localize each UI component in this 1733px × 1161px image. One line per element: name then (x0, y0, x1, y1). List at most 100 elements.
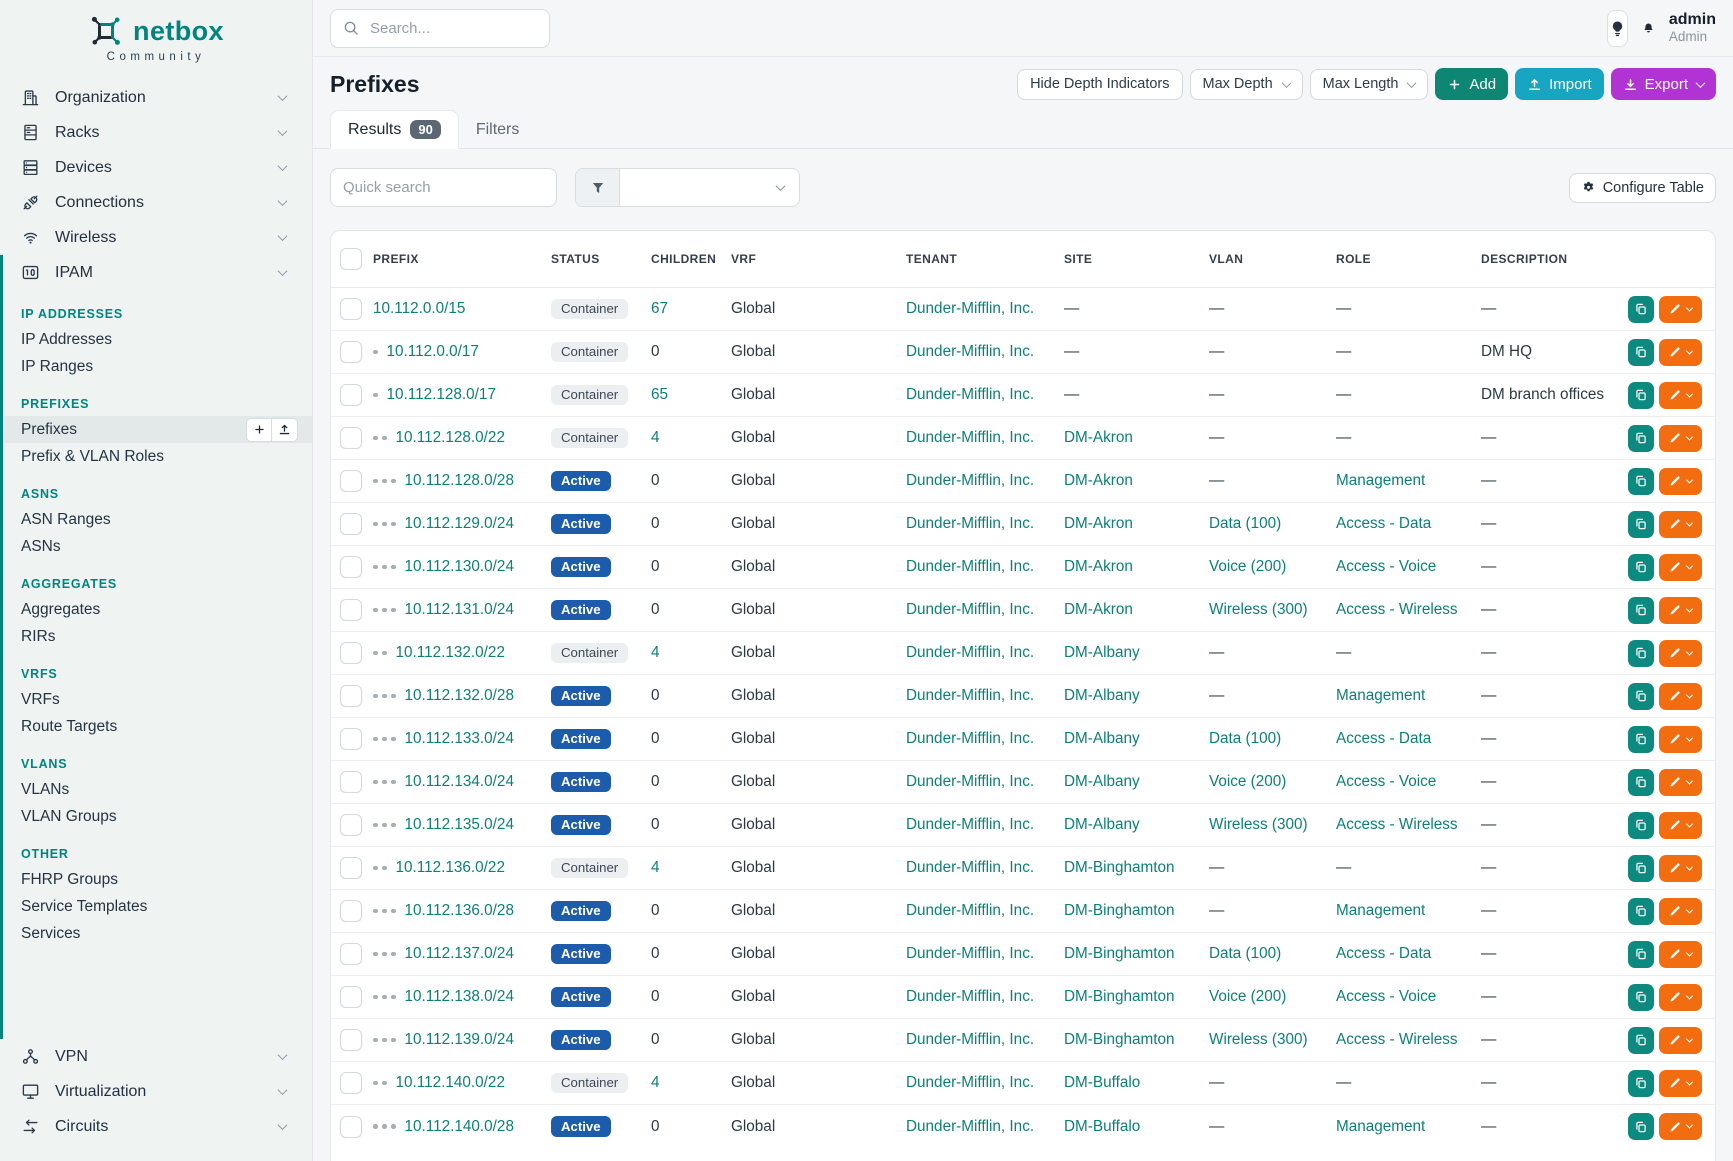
clone-button[interactable] (1628, 296, 1654, 323)
row-checkbox[interactable] (340, 1116, 362, 1138)
prefix-link[interactable]: 10.112.128.0/17 (387, 386, 496, 404)
role-link[interactable]: Access - Data (1336, 515, 1431, 533)
prefix-link[interactable]: 10.112.136.0/22 (396, 859, 505, 877)
column-header-description[interactable]: DESCRIPTION (1481, 252, 1628, 266)
edit-button[interactable] (1659, 425, 1702, 452)
tenant-link[interactable]: Dunder-Mifflin, Inc. (906, 515, 1034, 533)
sidebar-item-vlan-groups[interactable]: VLAN Groups (3, 803, 312, 830)
role-link[interactable]: Access - Wireless (1336, 1031, 1458, 1049)
site-link[interactable]: DM-Albany (1064, 730, 1140, 748)
children-count-link[interactable]: 4 (651, 429, 660, 447)
site-link[interactable]: DM-Buffalo (1064, 1074, 1140, 1092)
role-link[interactable]: Access - Data (1336, 945, 1431, 963)
prefix-link[interactable]: 10.112.137.0/24 (405, 945, 514, 963)
vlan-link[interactable]: Voice (200) (1209, 558, 1286, 576)
prefix-link[interactable]: 10.112.130.0/24 (405, 558, 514, 576)
saved-filter-select[interactable] (620, 169, 799, 206)
sidebar-item-vpn[interactable]: VPN (0, 1039, 312, 1074)
tenant-link[interactable]: Dunder-Mifflin, Inc. (906, 300, 1034, 318)
edit-button[interactable] (1659, 1027, 1702, 1054)
clone-button[interactable] (1628, 683, 1654, 710)
clone-button[interactable] (1628, 511, 1654, 538)
hide-depth-indicators-button[interactable]: Hide Depth Indicators (1017, 69, 1182, 100)
theme-toggle-button[interactable] (1607, 10, 1628, 47)
sidebar-item-circuits[interactable]: Circuits (0, 1109, 312, 1144)
sidebar-item-organization[interactable]: Organization (0, 80, 312, 115)
import-button[interactable]: Import (1515, 68, 1604, 100)
edit-button[interactable] (1659, 812, 1702, 839)
site-link[interactable]: DM-Akron (1064, 472, 1133, 490)
column-header-children[interactable]: CHILDREN (651, 252, 731, 266)
clone-button[interactable] (1628, 984, 1654, 1011)
sidebar-item-asns[interactable]: ASNs (3, 533, 312, 560)
tenant-link[interactable]: Dunder-Mifflin, Inc. (906, 902, 1034, 920)
vlan-link[interactable]: Voice (200) (1209, 773, 1286, 791)
column-header-role[interactable]: ROLE (1336, 252, 1481, 266)
role-link[interactable]: Management (1336, 687, 1425, 705)
select-all-checkbox[interactable] (340, 248, 362, 270)
site-link[interactable]: DM-Binghamton (1064, 988, 1175, 1006)
tenant-link[interactable]: Dunder-Mifflin, Inc. (906, 816, 1034, 834)
role-link[interactable]: Management (1336, 472, 1425, 490)
clone-button[interactable] (1628, 726, 1654, 753)
edit-button[interactable] (1659, 554, 1702, 581)
children-count-link[interactable]: 4 (651, 859, 660, 877)
edit-button[interactable] (1659, 640, 1702, 667)
tenant-link[interactable]: Dunder-Mifflin, Inc. (906, 988, 1034, 1006)
clone-button[interactable] (1628, 898, 1654, 925)
sidebar-item-prefix-vlan-roles[interactable]: Prefix & VLAN Roles (3, 443, 312, 470)
sidebar-item-virtualization[interactable]: Virtualization (0, 1074, 312, 1109)
column-header-tenant[interactable]: TENANT (906, 252, 1064, 266)
row-checkbox[interactable] (340, 556, 362, 578)
site-link[interactable]: DM-Albany (1064, 773, 1140, 791)
clone-button[interactable] (1628, 597, 1654, 624)
clone-button[interactable] (1628, 855, 1654, 882)
export-dropdown-button[interactable]: Export (1611, 68, 1716, 100)
edit-button[interactable] (1659, 726, 1702, 753)
sidebar-item-services[interactable]: Services (3, 920, 312, 947)
site-link[interactable]: DM-Akron (1064, 558, 1133, 576)
sidebar-item-vlans[interactable]: VLANs (3, 776, 312, 803)
prefix-link[interactable]: 10.112.132.0/28 (405, 687, 514, 705)
edit-button[interactable] (1659, 468, 1702, 495)
row-checkbox[interactable] (340, 513, 362, 535)
vlan-link[interactable]: Wireless (300) (1209, 816, 1308, 834)
site-link[interactable]: DM-Akron (1064, 515, 1133, 533)
edit-button[interactable] (1659, 382, 1702, 409)
row-checkbox[interactable] (340, 1029, 362, 1051)
edit-button[interactable] (1659, 941, 1702, 968)
max-depth-dropdown[interactable]: Max Depth (1190, 69, 1303, 100)
role-link[interactable]: Access - Data (1336, 730, 1431, 748)
sidebar-item-service-templates[interactable]: Service Templates (3, 893, 312, 920)
prefix-link[interactable]: 10.112.0.0/17 (387, 343, 479, 361)
vlan-link[interactable]: Wireless (300) (1209, 601, 1308, 619)
tenant-link[interactable]: Dunder-Mifflin, Inc. (906, 601, 1034, 619)
prefix-link[interactable]: 10.112.140.0/22 (396, 1074, 505, 1092)
site-link[interactable]: DM-Albany (1064, 816, 1140, 834)
prefix-link[interactable]: 10.112.131.0/24 (405, 601, 514, 619)
edit-button[interactable] (1659, 984, 1702, 1011)
prefix-link[interactable]: 10.112.0.0/15 (373, 300, 465, 318)
prefix-link[interactable]: 10.112.140.0/28 (405, 1118, 514, 1136)
tenant-link[interactable]: Dunder-Mifflin, Inc. (906, 1031, 1034, 1049)
clone-button[interactable] (1628, 1113, 1654, 1140)
site-link[interactable]: DM-Akron (1064, 429, 1133, 447)
max-length-dropdown[interactable]: Max Length (1310, 69, 1429, 100)
clone-button[interactable] (1628, 425, 1654, 452)
edit-button[interactable] (1659, 296, 1702, 323)
vlan-link[interactable]: Data (100) (1209, 730, 1281, 748)
edit-button[interactable] (1659, 855, 1702, 882)
children-count-link[interactable]: 67 (651, 300, 668, 318)
tenant-link[interactable]: Dunder-Mifflin, Inc. (906, 558, 1034, 576)
sidebar-item-wireless[interactable]: Wireless (0, 220, 312, 255)
site-link[interactable]: DM-Buffalo (1064, 1118, 1140, 1136)
quick-search-input[interactable] (330, 168, 557, 207)
global-search-input[interactable] (330, 9, 550, 48)
vlan-link[interactable]: Wireless (300) (1209, 1031, 1308, 1049)
column-header-status[interactable]: STATUS (551, 252, 651, 266)
user-menu[interactable]: admin Admin (1669, 11, 1716, 45)
add-button[interactable]: Add (1435, 68, 1508, 100)
row-checkbox[interactable] (340, 384, 362, 406)
sidebar-item-ip-ranges[interactable]: IP Ranges (3, 353, 312, 380)
role-link[interactable]: Management (1336, 902, 1425, 920)
